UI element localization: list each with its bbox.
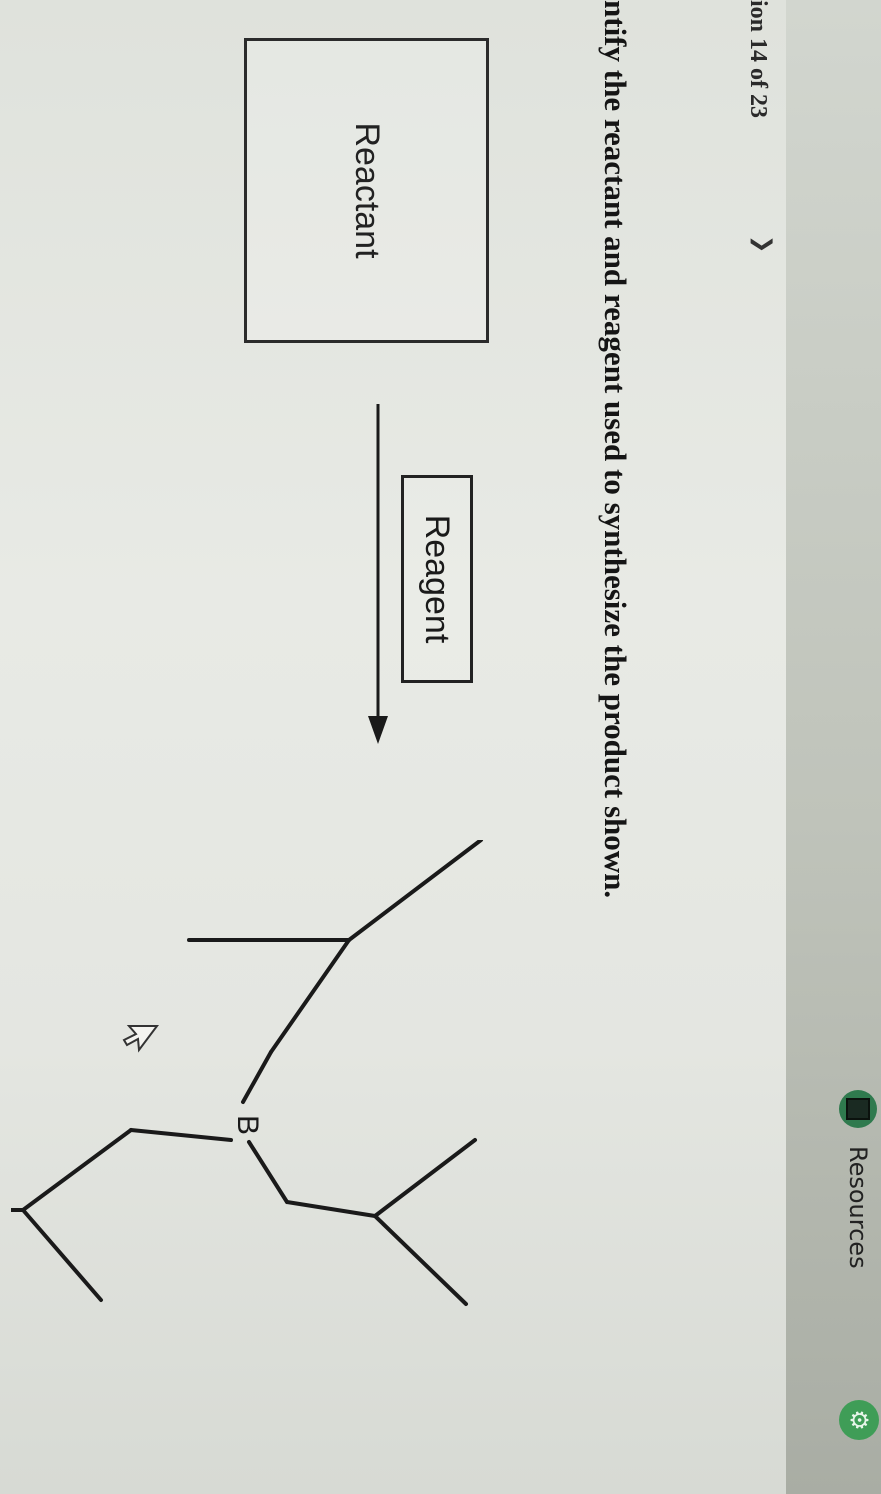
bond <box>285 1200 377 1218</box>
bond <box>21 1128 133 1212</box>
reactant-drop-zone[interactable]: Reactant <box>244 38 489 343</box>
bond <box>129 1128 233 1142</box>
question-page: Resources ⚙ ion 14 of 23 ❯ ntify the rea… <box>0 0 881 1494</box>
chevron-right-icon[interactable]: ❯ <box>750 235 775 253</box>
bond <box>247 1140 289 1204</box>
bond <box>241 1050 273 1104</box>
bond <box>373 1214 468 1306</box>
reaction-arrow-icon <box>368 404 388 744</box>
bond <box>347 840 483 942</box>
reactant-label: Reactant <box>348 122 386 259</box>
product-structure: B <box>11 840 483 1306</box>
reagent-drop-zone[interactable]: Reagent <box>401 475 473 683</box>
reagent-label: Reagent <box>418 514 457 644</box>
bond <box>269 938 351 1054</box>
book-icon <box>839 1090 877 1128</box>
top-bar <box>786 0 881 1494</box>
cursor-icon <box>122 1025 159 1053</box>
bond <box>373 1138 477 1218</box>
screen: Resources ⚙ ion 14 of 23 ❯ ntify the rea… <box>0 0 881 1494</box>
question-instruction: ntify the reactant and reagent used to s… <box>598 0 633 899</box>
resources-button[interactable]: Resources <box>839 1090 877 1269</box>
bond <box>21 1208 103 1302</box>
gear-icon[interactable]: ⚙ <box>839 1400 879 1440</box>
question-counter: ion 14 of 23 <box>745 0 771 119</box>
resources-label: Resources <box>844 1146 872 1269</box>
boron-atom-label: B <box>231 1115 264 1135</box>
